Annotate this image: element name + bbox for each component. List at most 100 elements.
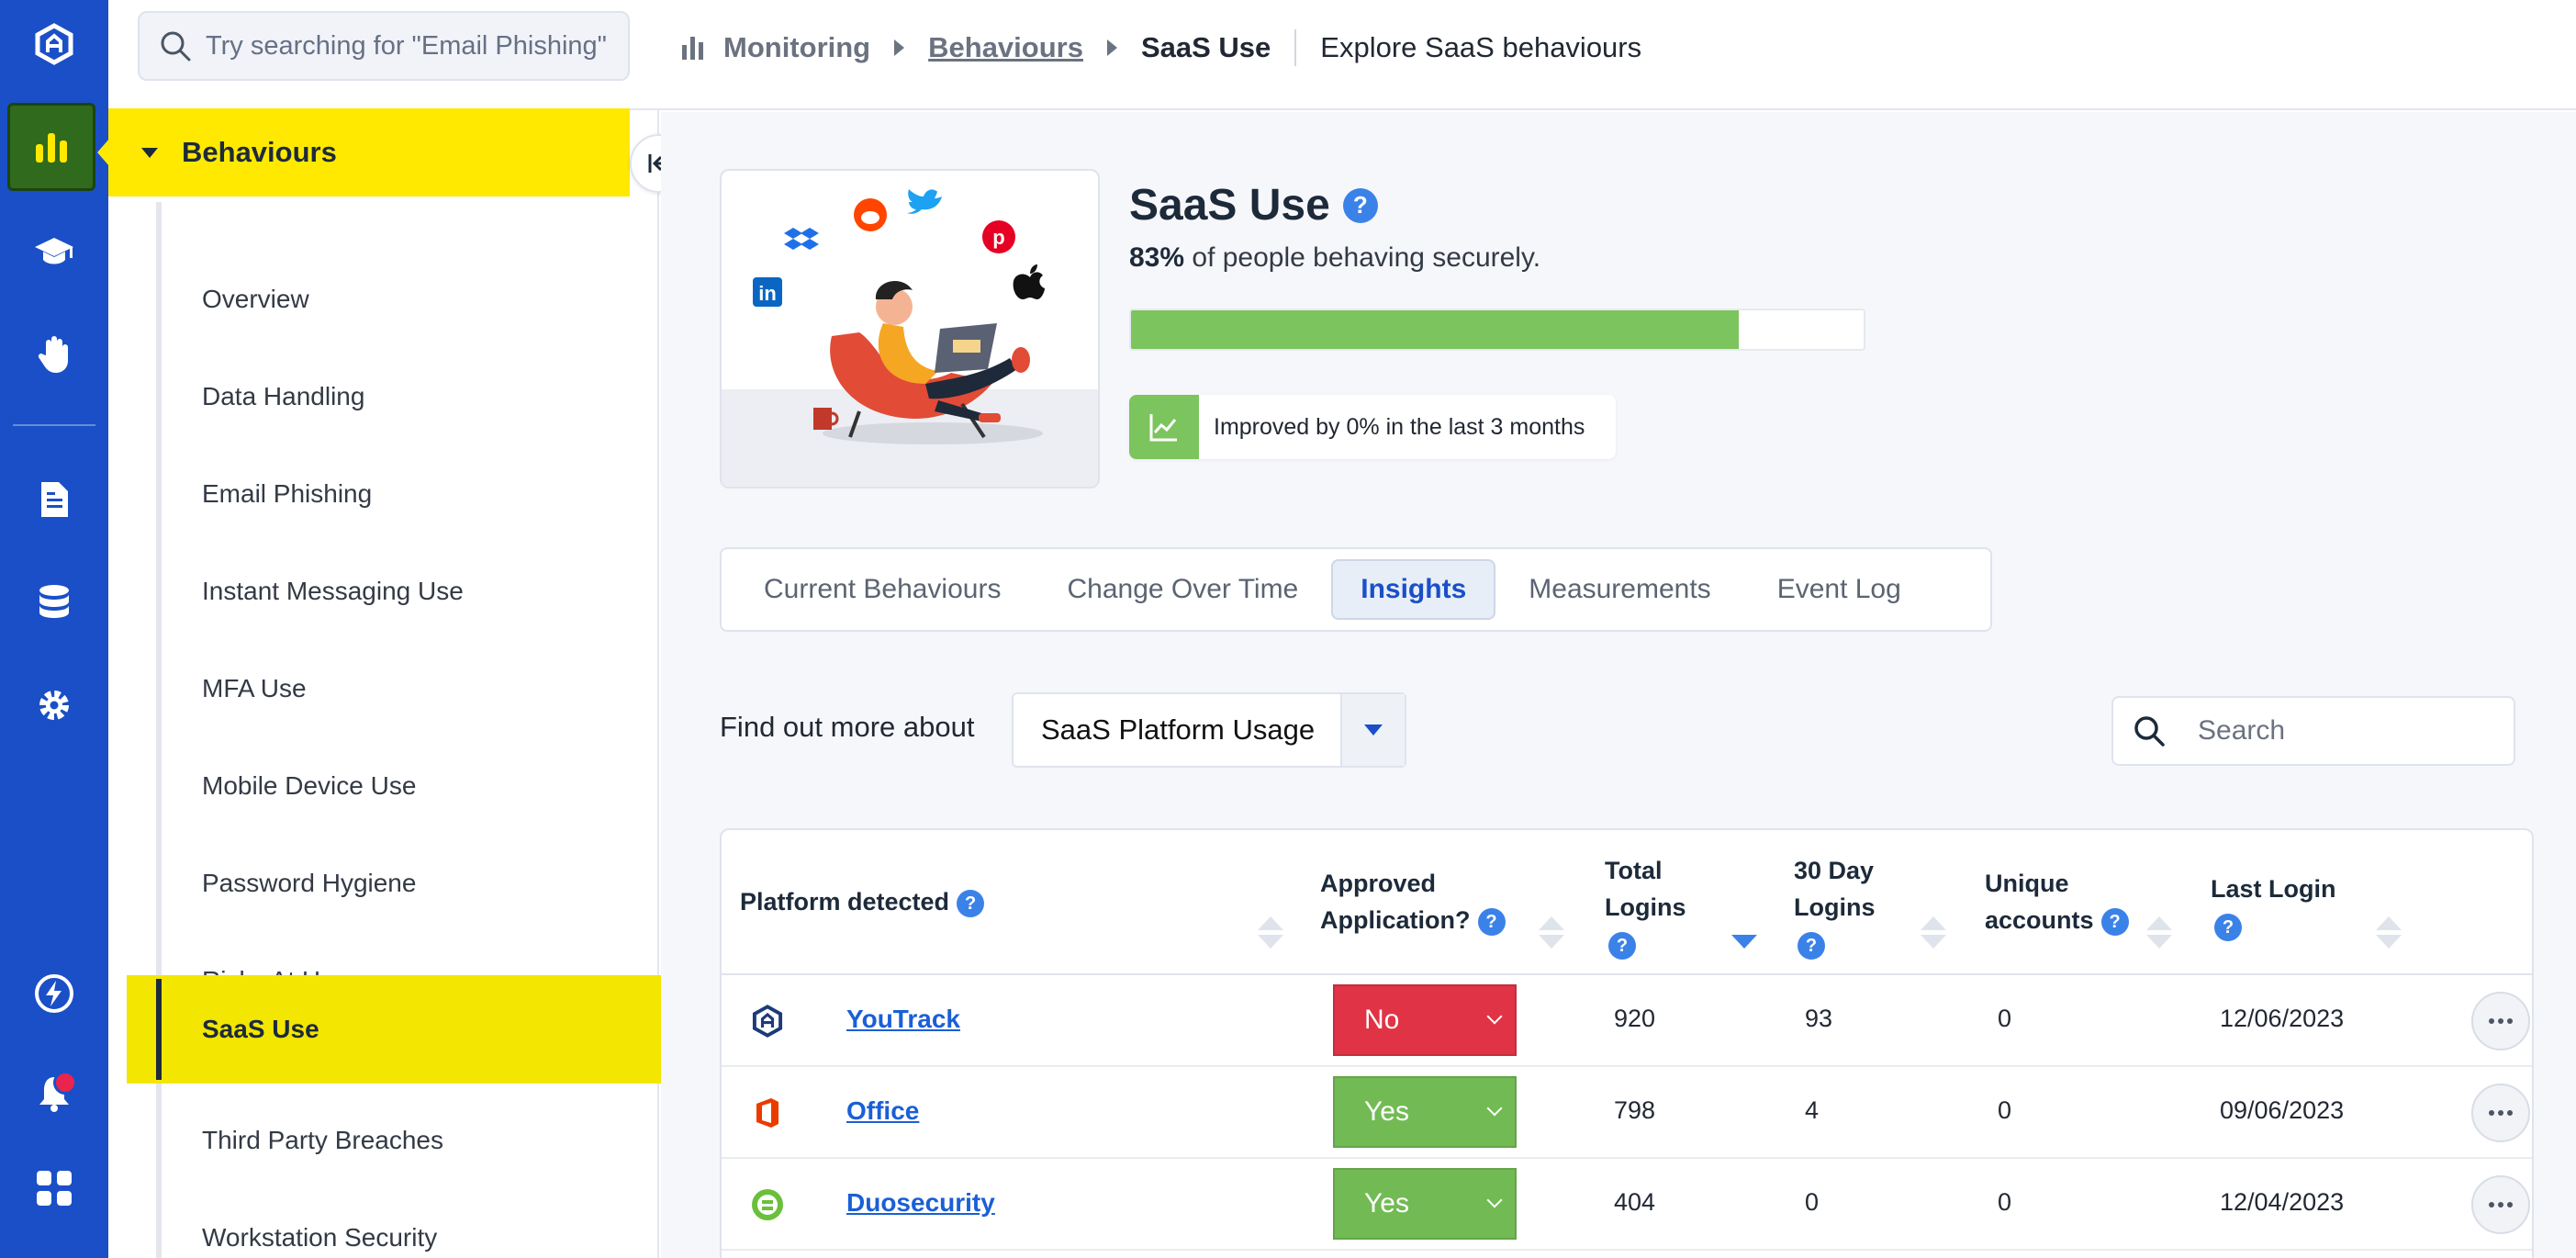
breadcrumb-behaviours-link[interactable]: Behaviours — [928, 31, 1083, 64]
unique-accounts: 0 — [1998, 1188, 2012, 1216]
nav-data[interactable] — [0, 558, 108, 646]
ellipsis-icon — [2507, 1110, 2513, 1116]
help-icon[interactable]: ? — [1608, 931, 1636, 960]
col-header-label: Approved — [1320, 870, 1437, 897]
row-more-button[interactable] — [2471, 1175, 2530, 1234]
table-row: Duosecurity Yes 404 0 0 12/04/2023 — [722, 1159, 2532, 1251]
line-chart-icon — [1149, 414, 1177, 442]
insight-select[interactable]: SaaS Platform Usage — [1012, 692, 1406, 768]
table-search-input[interactable] — [2198, 715, 2510, 747]
table-header: Platform detected? Approved Application?… — [722, 830, 2532, 975]
caret-down-icon — [141, 147, 158, 158]
tab-current-behaviours[interactable]: Current Behaviours — [731, 559, 1034, 620]
global-search[interactable] — [138, 11, 630, 81]
breadcrumb-arrow-icon — [1106, 39, 1117, 56]
nav-notifications[interactable] — [0, 1049, 108, 1137]
sidebar-item-label: Mobile Device Use — [202, 771, 417, 800]
nav-settings[interactable] — [0, 661, 108, 749]
nav-quick-actions[interactable] — [0, 949, 108, 1038]
sidebar-section-title: Behaviours — [182, 136, 337, 168]
sidebar-item-overview[interactable]: Overview — [127, 253, 659, 345]
nav-apps[interactable] — [0, 1144, 108, 1232]
secure-percentage-suffix: of people behaving securely. — [1184, 242, 1541, 273]
col-platform-detected[interactable]: Platform detected? — [740, 883, 985, 920]
col-total-logins[interactable]: Total Logins ? — [1605, 852, 1686, 962]
sidebar-section-behaviours[interactable]: Behaviours — [108, 108, 630, 197]
sort-icon[interactable] — [1921, 916, 1946, 953]
help-icon[interactable]: ? — [2100, 907, 2129, 936]
secure-progress-bar — [1129, 309, 1865, 351]
tab-insights[interactable]: Insights — [1331, 559, 1496, 620]
tab-event-log[interactable]: Event Log — [1744, 559, 1934, 620]
nav-reports[interactable] — [0, 455, 108, 544]
caret-down-icon — [1364, 724, 1383, 736]
col-unique-accounts[interactable]: Unique accounts? — [1985, 865, 2129, 938]
insight-select-toggle[interactable] — [1340, 694, 1405, 766]
col-30-day-logins[interactable]: 30 Day Logins ? — [1794, 852, 1876, 962]
help-icon[interactable]: ? — [1342, 187, 1378, 223]
person-with-laptop-illustration: p in — [722, 189, 1098, 487]
table-search[interactable] — [2111, 696, 2515, 766]
ellipsis-icon — [2489, 1110, 2494, 1116]
sidebar-item-mfa-use[interactable]: MFA Use — [127, 643, 659, 735]
help-icon[interactable]: ? — [957, 889, 985, 917]
30-day-logins: 4 — [1805, 1096, 1820, 1124]
help-icon[interactable]: ? — [2214, 913, 2242, 941]
tab-change-over-time[interactable]: Change Over Time — [1034, 559, 1331, 620]
approval-select[interactable]: Yes — [1333, 1168, 1517, 1240]
sidebar-item-password-hygiene[interactable]: Password Hygiene — [127, 837, 659, 929]
col-header-label: Application? — [1320, 906, 1471, 934]
sidebar-item-third-party-breaches[interactable]: Third Party Breaches — [127, 1095, 659, 1186]
approval-value: No — [1364, 1005, 1400, 1035]
hand-icon — [38, 336, 68, 373]
sort-icon[interactable] — [2146, 916, 2172, 953]
row-more-button[interactable] — [2471, 1084, 2530, 1142]
sort-icon[interactable] — [1539, 916, 1564, 953]
search-icon — [161, 31, 191, 62]
breadcrumb-divider — [1294, 29, 1297, 66]
nav-monitoring[interactable] — [7, 103, 95, 191]
sidebar-item-saas-use[interactable]: SaaS Use — [127, 975, 661, 1084]
col-header-label: Unique — [1985, 870, 2069, 897]
behaviours-sidebar: Behaviours Overview Data Handling Email … — [97, 108, 661, 1258]
trend-card: Improved by 0% in the last 3 months — [1129, 395, 1616, 459]
ellipsis-icon — [2489, 1018, 2494, 1024]
table-row: YouTrack No 920 93 0 12/06/2023 — [722, 975, 2532, 1067]
help-icon[interactable]: ? — [1798, 931, 1825, 960]
nav-training[interactable] — [0, 208, 108, 296]
apple-icon — [1013, 264, 1045, 299]
duosecurity-logo-icon — [749, 1186, 786, 1223]
approval-select[interactable]: Yes — [1333, 1076, 1517, 1148]
help-icon[interactable]: ? — [1477, 907, 1506, 936]
col-header-label: Total — [1605, 857, 1663, 884]
platform-link[interactable]: Duosecurity — [846, 1188, 995, 1218]
chevron-down-icon — [1486, 1008, 1503, 1025]
sidebar-item-instant-messaging-use[interactable]: Instant Messaging Use — [127, 545, 659, 637]
platform-link[interactable]: YouTrack — [846, 1005, 960, 1034]
platform-link[interactable]: Office — [846, 1096, 919, 1126]
nav-interventions[interactable] — [0, 310, 108, 399]
approval-select[interactable]: No — [1333, 984, 1517, 1056]
sidebar-item-label: MFA Use — [202, 674, 307, 702]
ellipsis-icon — [2507, 1202, 2513, 1207]
col-approved-application[interactable]: Approved Application?? — [1320, 865, 1506, 938]
page-title: SaaS Use — [1129, 181, 1330, 230]
sidebar-item-data-handling[interactable]: Data Handling — [127, 351, 659, 443]
col-last-login[interactable]: Last Login ? — [2211, 870, 2336, 944]
icon-rail — [0, 0, 108, 1258]
sidebar-item-workstation-security[interactable]: Workstation Security — [127, 1192, 659, 1258]
tab-measurements[interactable]: Measurements — [1495, 559, 1743, 620]
sort-icon[interactable] — [2376, 916, 2402, 953]
table-row: Office Yes 798 4 0 09/06/2023 — [722, 1067, 2532, 1159]
row-more-button[interactable] — [2471, 992, 2530, 1050]
global-search-input[interactable] — [206, 30, 628, 62]
ellipsis-icon — [2507, 1018, 2513, 1024]
sort-icon[interactable] — [1258, 916, 1283, 953]
sidebar-item-mobile-device-use[interactable]: Mobile Device Use — [127, 740, 659, 832]
insight-select-value: SaaS Platform Usage — [1041, 713, 1316, 746]
sidebar-item-email-phishing[interactable]: Email Phishing — [127, 448, 659, 540]
last-login: 12/04/2023 — [2220, 1188, 2345, 1216]
app-logo[interactable] — [0, 0, 108, 88]
sidebar-item-label: Data Handling — [202, 382, 365, 410]
sort-desc-icon[interactable] — [1731, 916, 1757, 953]
